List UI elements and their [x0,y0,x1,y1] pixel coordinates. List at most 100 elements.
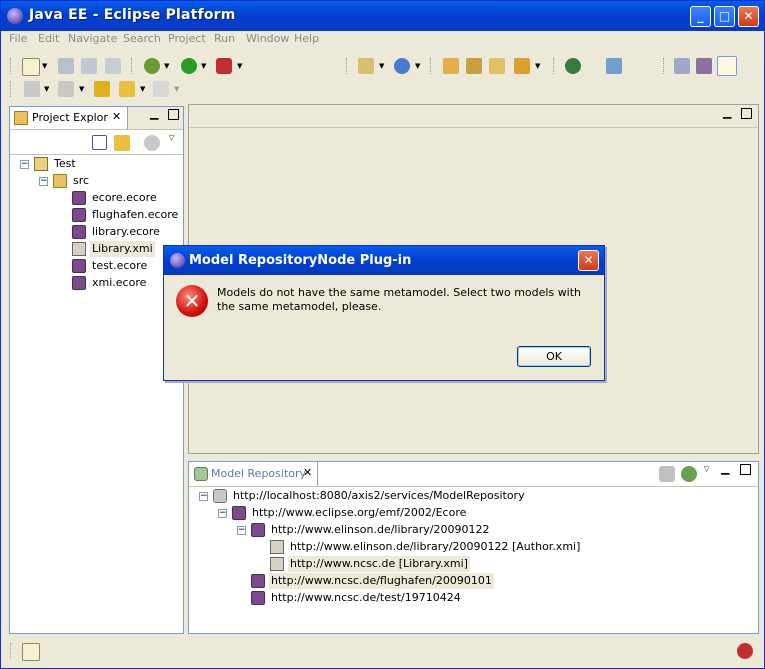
minimize-button[interactable]: _ [690,6,711,27]
search-wand-icon[interactable] [514,58,530,74]
new-server-icon[interactable] [358,58,374,74]
chevron-down-icon[interactable]: ▼ [140,85,145,93]
maximize-view-icon[interactable] [168,109,179,120]
toolbar-grip[interactable] [10,81,14,97]
external-tools-icon[interactable] [216,58,232,74]
dialog-titlebar[interactable]: Model RepositoryNode Plug-in ✕ [164,246,604,275]
link-with-editor-icon[interactable] [114,135,130,151]
share-icon[interactable] [606,58,622,74]
forward-arrow-icon[interactable] [153,81,169,97]
toolbar-grip[interactable] [131,58,135,74]
toolbar-grip[interactable] [663,58,667,74]
menu-navigate[interactable]: Navigate [68,32,117,45]
tree-item[interactable]: − src [10,173,183,189]
close-icon[interactable]: ✕ [112,110,121,123]
java-perspective-icon[interactable] [696,58,712,74]
view-menu-icon[interactable]: ▽ [704,465,709,473]
close-window-button[interactable]: ✕ [738,6,759,27]
collapse-toggle-icon[interactable]: − [20,160,29,169]
chevron-down-icon[interactable]: ▼ [44,85,49,93]
tree-item[interactable]: library.ecore [10,224,183,240]
xmi-file-icon [72,242,86,256]
window-titlebar[interactable]: Java EE - Eclipse Platform _ □ ✕ [1,1,764,31]
open-resource-icon[interactable] [466,58,482,74]
maximize-view-icon[interactable] [741,108,752,119]
open-folder-icon[interactable] [489,58,505,74]
back-arrow-icon[interactable] [119,81,135,97]
tree-item[interactable]: http://www.elinson.de/library/20090122 [… [189,539,758,555]
tree-item[interactable]: − http://www.elinson.de/library/20090122 [189,522,758,538]
fast-view-icon[interactable] [22,643,40,661]
ok-button[interactable]: OK [517,346,591,367]
toolbar-grip[interactable] [553,58,557,74]
chevron-down-icon[interactable]: ▼ [201,62,206,70]
open-type-icon[interactable] [443,58,459,74]
dialog-close-button[interactable]: ✕ [578,250,599,271]
refresh-icon[interactable] [681,466,697,482]
menu-file[interactable]: File [9,32,27,45]
tree-item-label: http://www.elinson.de/library/20090122 [… [290,540,581,553]
minimize-view-icon[interactable]: ▁ [723,106,731,119]
last-edit-location-icon[interactable] [94,81,110,97]
collapse-toggle-icon[interactable]: − [199,492,208,501]
new-web-service-icon[interactable] [394,58,410,74]
tree-item[interactable]: Library.xmi [10,241,183,257]
menu-project[interactable]: Project [168,32,206,45]
view-menu-icon[interactable]: ▽ [169,134,174,142]
menu-run[interactable]: Run [214,32,235,45]
new-icon[interactable] [22,58,40,76]
tree-item[interactable]: http://www.ncsc.de/flughafen/20090101 [189,573,758,589]
chevron-down-icon[interactable]: ▼ [42,62,47,70]
menu-search[interactable]: Search [123,32,161,45]
menu-help[interactable]: Help [294,32,319,45]
chevron-down-icon[interactable]: ▼ [174,85,179,93]
tree-item[interactable]: − Test [10,156,183,172]
progress-icon[interactable] [737,643,753,659]
chevron-down-icon[interactable]: ▼ [535,62,540,70]
chevron-down-icon[interactable]: ▼ [237,62,242,70]
javaee-perspective-icon[interactable] [717,56,737,76]
tree-item[interactable]: ecore.ecore [10,190,183,206]
previous-annotation-icon[interactable] [58,81,74,97]
minimize-view-icon[interactable]: ▁ [150,107,158,120]
menu-edit[interactable]: Edit [38,32,59,45]
debug-icon[interactable] [144,58,160,74]
chevron-down-icon[interactable]: ▼ [79,85,84,93]
globe-icon[interactable] [565,58,581,74]
ecore-file-icon [72,191,86,205]
toolbar-grip[interactable] [346,58,350,74]
toolbar-grip[interactable] [430,58,434,74]
tree-item[interactable]: test.ecore [10,258,183,274]
tree-item[interactable]: − http://www.eclipse.org/emf/2002/Ecore [189,505,758,521]
collapse-all-icon[interactable] [92,135,107,150]
save-all-icon[interactable] [81,58,97,74]
collapse-toggle-icon[interactable]: − [39,177,48,186]
collapse-toggle-icon[interactable]: − [237,526,246,535]
open-perspective-icon[interactable] [674,58,690,74]
close-icon[interactable]: ✕ [303,466,312,479]
chevron-down-icon[interactable]: ▼ [164,62,169,70]
maximize-button[interactable]: □ [714,6,735,27]
tab-model-repository[interactable]: Model Repository ✕ [189,462,318,486]
chevron-down-icon[interactable]: ▼ [415,62,420,70]
tree-item[interactable]: xmi.ecore [10,275,183,291]
toolbar-grip[interactable] [10,643,14,659]
minimize-view-icon[interactable]: ▁ [721,462,729,475]
tab-project-explorer[interactable]: Project Explor ✕ [10,107,128,129]
print-icon[interactable] [105,58,121,74]
maximize-view-icon[interactable] [740,464,751,475]
chevron-down-icon[interactable]: ▼ [379,62,384,70]
tree-item[interactable]: http://www.ncsc.de [Library.xmi] [189,556,758,572]
ecore-file-icon [72,225,86,239]
menu-window[interactable]: Window [246,32,289,45]
tree-item[interactable]: http://www.ncsc.de/test/19710424 [189,590,758,606]
run-icon[interactable] [181,58,197,74]
save-icon[interactable] [58,58,74,74]
tree-item[interactable]: − http://localhost:8080/axis2/services/Mo… [189,488,758,504]
next-annotation-icon[interactable] [24,81,40,97]
collapse-toggle-icon[interactable]: − [218,509,227,518]
tree-item[interactable]: flughafen.ecore [10,207,183,223]
filters-icon[interactable] [144,135,160,151]
add-repository-icon[interactable] [659,466,675,482]
toolbar-grip[interactable] [10,58,14,74]
